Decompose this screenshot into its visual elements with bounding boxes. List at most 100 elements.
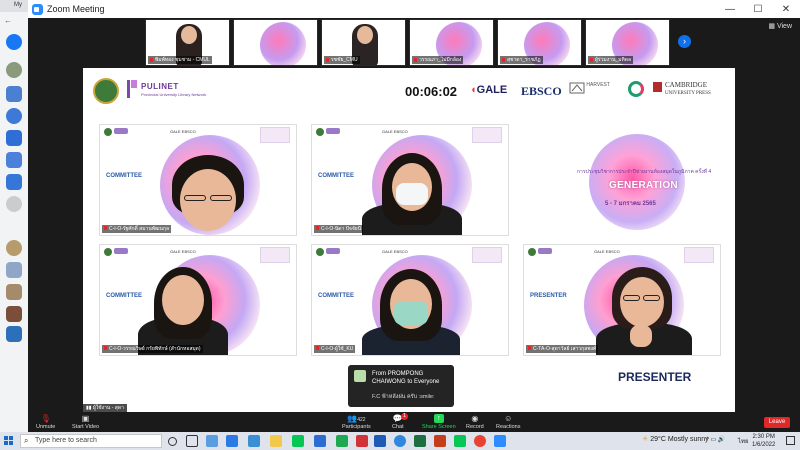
promo-title: การประชุมวิชาการประจำปีข่ายงานห้องสมุดใน…	[577, 169, 712, 175]
glasses	[184, 195, 206, 201]
participant-thumb[interactable]: รชชัย_CMU	[321, 19, 406, 66]
edge-icon[interactable]	[226, 435, 238, 447]
back-arrow-icon[interactable]: ←	[4, 16, 12, 25]
leave-button[interactable]: Leave	[764, 417, 790, 428]
ebsco-logo: EBSCO	[521, 84, 562, 98]
video-tile[interactable]: GALE EBSCO PRESENTER C-TA-O-สุดาวัลย์ เส…	[523, 244, 721, 356]
mini-sponsor-logos: GALE EBSCO	[594, 249, 620, 254]
task-view-icon[interactable]	[186, 435, 198, 447]
chrome-icon[interactable]	[474, 435, 486, 447]
line-icon[interactable]	[454, 435, 466, 447]
zoom-icon[interactable]	[494, 435, 506, 447]
video-tile[interactable]: GALE EBSCO COMMITTEE C-I-O-ผู้ใช้_KU	[311, 244, 509, 356]
gallery-strip: พิมพ์ทอง ชุมชาม - CMUL รชชัย_CMU วรรณภา_…	[28, 18, 800, 66]
chat-button[interactable]: 💬 1 Chat	[392, 413, 408, 430]
speaking-indicator: ▮▮ ผู้ใช้งาน - สุดา	[83, 404, 127, 412]
taskbar-search[interactable]: ⌕ Type here to search	[20, 434, 162, 448]
weather-widget[interactable]: ☀ 29°C Mostly sunny	[642, 435, 709, 443]
glasses	[623, 295, 640, 301]
powerpoint-icon[interactable]	[434, 435, 446, 447]
app-icon[interactable]	[314, 435, 326, 447]
record-button[interactable]: ◉ Record	[466, 414, 484, 430]
participant-face	[357, 26, 373, 44]
countdown-timer: 00:06:02	[405, 84, 458, 99]
marketplace-icon[interactable]	[6, 152, 22, 168]
meet-icon[interactable]	[206, 435, 218, 447]
watch-icon[interactable]	[6, 174, 22, 190]
role-label: COMMITTEE	[318, 173, 354, 179]
muted-mic-icon	[316, 226, 319, 230]
clock-icon[interactable]	[6, 108, 22, 124]
video-tile[interactable]: GALE EBSCO COMMITTEE C-I-O-รัฐศักดิ์ สมา…	[99, 124, 297, 236]
clock[interactable]: 2:30 PM 1/6/2022	[752, 433, 775, 449]
close-button[interactable]: ✕	[772, 4, 800, 15]
notifications-icon[interactable]	[786, 436, 795, 445]
meeting-toolbar: 🎙 Unmute ▣ Start Video 👥422 Participants 💬 …	[28, 412, 800, 432]
pulinet-logo-icon	[127, 80, 137, 98]
video-tile[interactable]: GALE EBSCO COMMITTEE C-I-O-วรรณวิษย์ กรั…	[99, 244, 297, 356]
video-tile[interactable]: GALE EBSCO COMMITTEE C-I-O-นิดา ปัจจัยนี	[311, 124, 509, 236]
participant-face	[620, 277, 664, 327]
face-mask	[394, 301, 428, 325]
chat-unread-badge: 1	[401, 413, 408, 420]
share-screen-button[interactable]: ↑ Share Screen	[422, 414, 456, 430]
participant-thumb[interactable]: ผู้ร่วมงาน_มหิดล	[585, 19, 670, 66]
zoom-icon	[32, 3, 43, 15]
shortcut-avatar[interactable]	[6, 284, 22, 300]
excel-icon[interactable]	[414, 435, 426, 447]
browser-tab-label: My	[14, 2, 22, 8]
muted-mic-icon	[104, 346, 107, 350]
line-icon[interactable]	[292, 435, 304, 447]
mini-sponsor-logos: GALE EBSCO	[382, 129, 408, 134]
muted-microphone-icon: 🎙	[40, 414, 51, 423]
event-promo: การประชุมวิชาการประจำปีข่ายงานห้องสมุดใน…	[549, 126, 719, 244]
participant-name: C-I-O-รัฐศักดิ์ สมานพัฒนกุล	[102, 225, 172, 233]
app-icon[interactable]	[336, 435, 348, 447]
minimize-button[interactable]: —	[716, 4, 744, 15]
file-explorer-icon[interactable]	[270, 435, 282, 447]
maximize-button[interactable]: ☐	[744, 4, 772, 15]
presenter-label: PRESENTER	[618, 370, 692, 384]
reactions-button[interactable]: ☺ Reactions	[496, 414, 520, 430]
input-language[interactable]: ไทย	[738, 436, 749, 446]
chevron-down-icon[interactable]	[6, 196, 22, 212]
participant-name: พิมพ์ทอง ชุมชาม - CMUL	[148, 56, 212, 64]
ms-store-icon[interactable]	[356, 435, 368, 447]
cortana-icon[interactable]	[168, 437, 177, 446]
browser-tab[interactable]: My	[0, 0, 28, 12]
participant-thumb[interactable]	[233, 19, 318, 66]
shortcut-avatar[interactable]	[6, 306, 22, 322]
groups-icon[interactable]	[6, 130, 22, 146]
tray-icons[interactable]: ^ ▭ 🔊	[706, 436, 725, 443]
unmute-button[interactable]: 🎙 Unmute	[36, 414, 55, 430]
start-video-button[interactable]: ▣ Start Video	[72, 414, 99, 430]
word-icon[interactable]	[374, 435, 386, 447]
muted-mic-icon	[528, 346, 531, 350]
mini-sponsor-logos: GALE EBSCO	[170, 249, 196, 254]
slide-header: PULINET Provincial University Library Ne…	[83, 68, 735, 114]
participant-thumb[interactable]: วรรณภา_ไม่มีกล้อง	[409, 19, 494, 66]
reactions-icon: ☺	[504, 414, 513, 423]
participants-button[interactable]: 👥422 Participants	[342, 414, 371, 430]
praying-hands	[630, 325, 652, 347]
avatar[interactable]	[6, 62, 22, 78]
participant-thumb[interactable]: สุชาดา_ราชภัฏ	[497, 19, 582, 66]
glasses	[210, 195, 232, 201]
shortcut-avatar[interactable]	[6, 326, 22, 342]
mini-card	[260, 247, 290, 263]
mini-sponsor-logos: GALE EBSCO	[170, 129, 196, 134]
friends-icon[interactable]	[6, 86, 22, 102]
windows-start-icon[interactable]	[4, 436, 14, 446]
shortcut-avatar[interactable]	[6, 240, 22, 256]
shortcut-avatar[interactable]	[6, 262, 22, 278]
edge-icon[interactable]	[394, 435, 406, 447]
chat-notification[interactable]: From PROMPONG CHAIWONG to Everyone F.C ฟ…	[348, 365, 454, 407]
app-icon[interactable]	[248, 435, 260, 447]
view-button[interactable]: ▦ View	[768, 22, 792, 30]
facebook-icon[interactable]	[6, 34, 22, 50]
record-icon: ◉	[471, 414, 479, 423]
role-label: COMMITTEE	[106, 173, 142, 179]
participant-name: C-I-O-ผู้ใช้_KU	[314, 345, 356, 353]
next-page-arrow-icon[interactable]: ›	[678, 35, 691, 48]
participant-thumb[interactable]: พิมพ์ทอง ชุมชาม - CMUL	[145, 19, 230, 66]
